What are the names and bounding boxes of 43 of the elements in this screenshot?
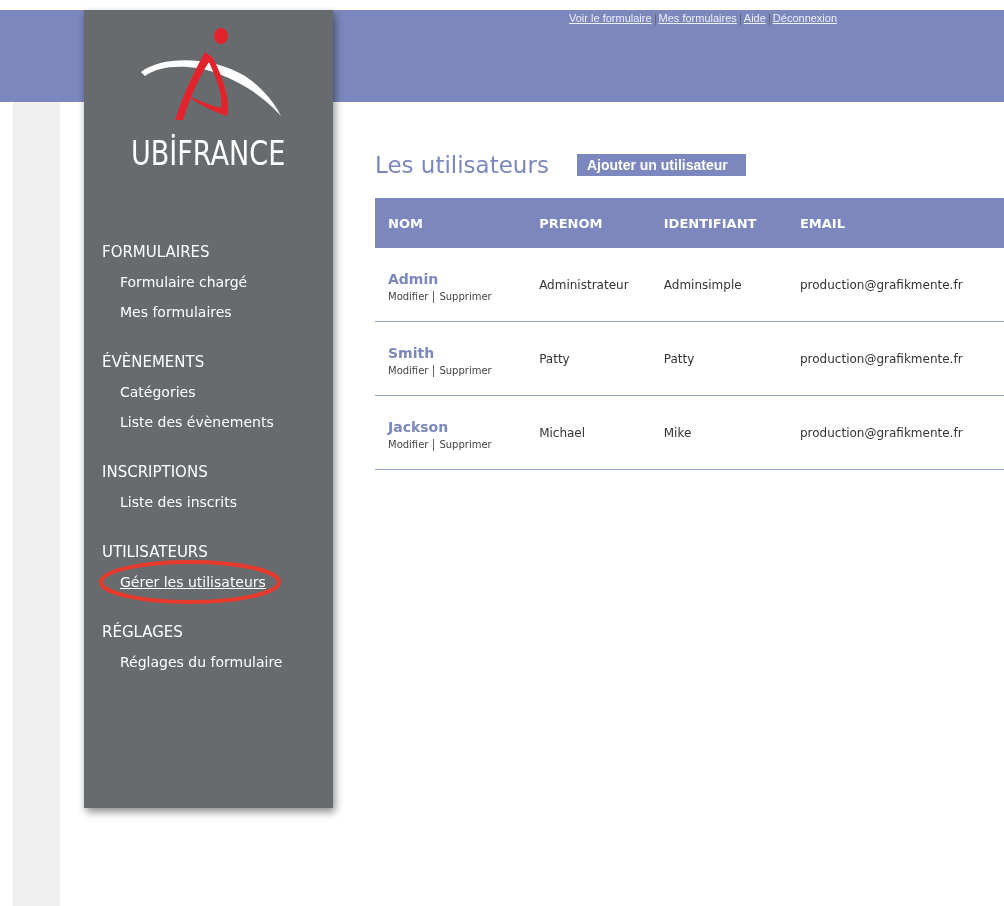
divider xyxy=(654,14,656,25)
sidebar-link[interactable]: Réglages du formulaire xyxy=(120,647,283,677)
section-heading: INSCRIPTIONS xyxy=(102,463,209,481)
user-name-link[interactable]: Admin xyxy=(388,270,527,287)
sidebar-link[interactable]: Liste des inscrits xyxy=(120,487,237,517)
action-link[interactable]: Supprimer xyxy=(439,439,492,450)
table-cell: Patty xyxy=(663,351,695,366)
table-cell: Patty xyxy=(539,351,570,366)
top-link[interactable]: Voir le formulaire xyxy=(569,12,652,25)
column-header: NOM xyxy=(375,198,527,248)
table-cell: production@grafikmente.fr xyxy=(800,425,963,440)
user-name-link[interactable]: Jackson xyxy=(388,418,527,435)
sidebar-link[interactable]: Liste des évènements xyxy=(120,407,274,437)
top-link[interactable]: Déconnexion xyxy=(772,12,838,25)
top-link[interactable]: Aide xyxy=(743,12,766,25)
user-name-link[interactable]: Smith xyxy=(388,344,527,361)
page-title: Les utilisateurs xyxy=(375,152,549,178)
divider xyxy=(768,14,770,25)
table-cell: Michael xyxy=(539,425,586,440)
add-user-button[interactable]: Ajouter un utilisateur xyxy=(576,154,746,176)
action-link[interactable]: Modifier xyxy=(388,365,429,376)
table-cell: production@grafikmente.fr xyxy=(800,277,963,292)
sidebar-link[interactable]: Formulaire chargé xyxy=(120,267,248,297)
logo-text: UBİFRANCE xyxy=(131,134,286,173)
sidebar-link[interactable]: Mes formulaires xyxy=(120,297,232,327)
table-cell: Mike xyxy=(663,425,692,440)
column-header: PRENOM xyxy=(526,198,651,248)
top-link[interactable]: Mes formulaires xyxy=(658,12,737,25)
action-link[interactable]: Supprimer xyxy=(439,365,492,376)
table-cell: production@grafikmente.fr xyxy=(800,351,963,366)
action-link[interactable]: Modifier xyxy=(388,439,429,450)
section-heading: ÉVÈNEMENTS xyxy=(102,353,206,371)
section-heading: RÉGLAGES xyxy=(102,623,184,641)
column-header: IDENTIFIANT xyxy=(650,198,787,248)
action-link[interactable]: Modifier xyxy=(388,291,429,302)
table-cell: Adminsimple xyxy=(663,277,742,292)
section-heading: FORMULAIRES xyxy=(102,243,211,261)
divider xyxy=(739,14,741,25)
sidebar-link[interactable]: Catégories xyxy=(120,377,196,407)
action-link[interactable]: Supprimer xyxy=(439,291,492,302)
column-header: EMAIL xyxy=(787,198,1004,248)
section-heading: UTILISATEURS xyxy=(102,543,209,561)
table-cell: Administrateur xyxy=(539,277,629,292)
